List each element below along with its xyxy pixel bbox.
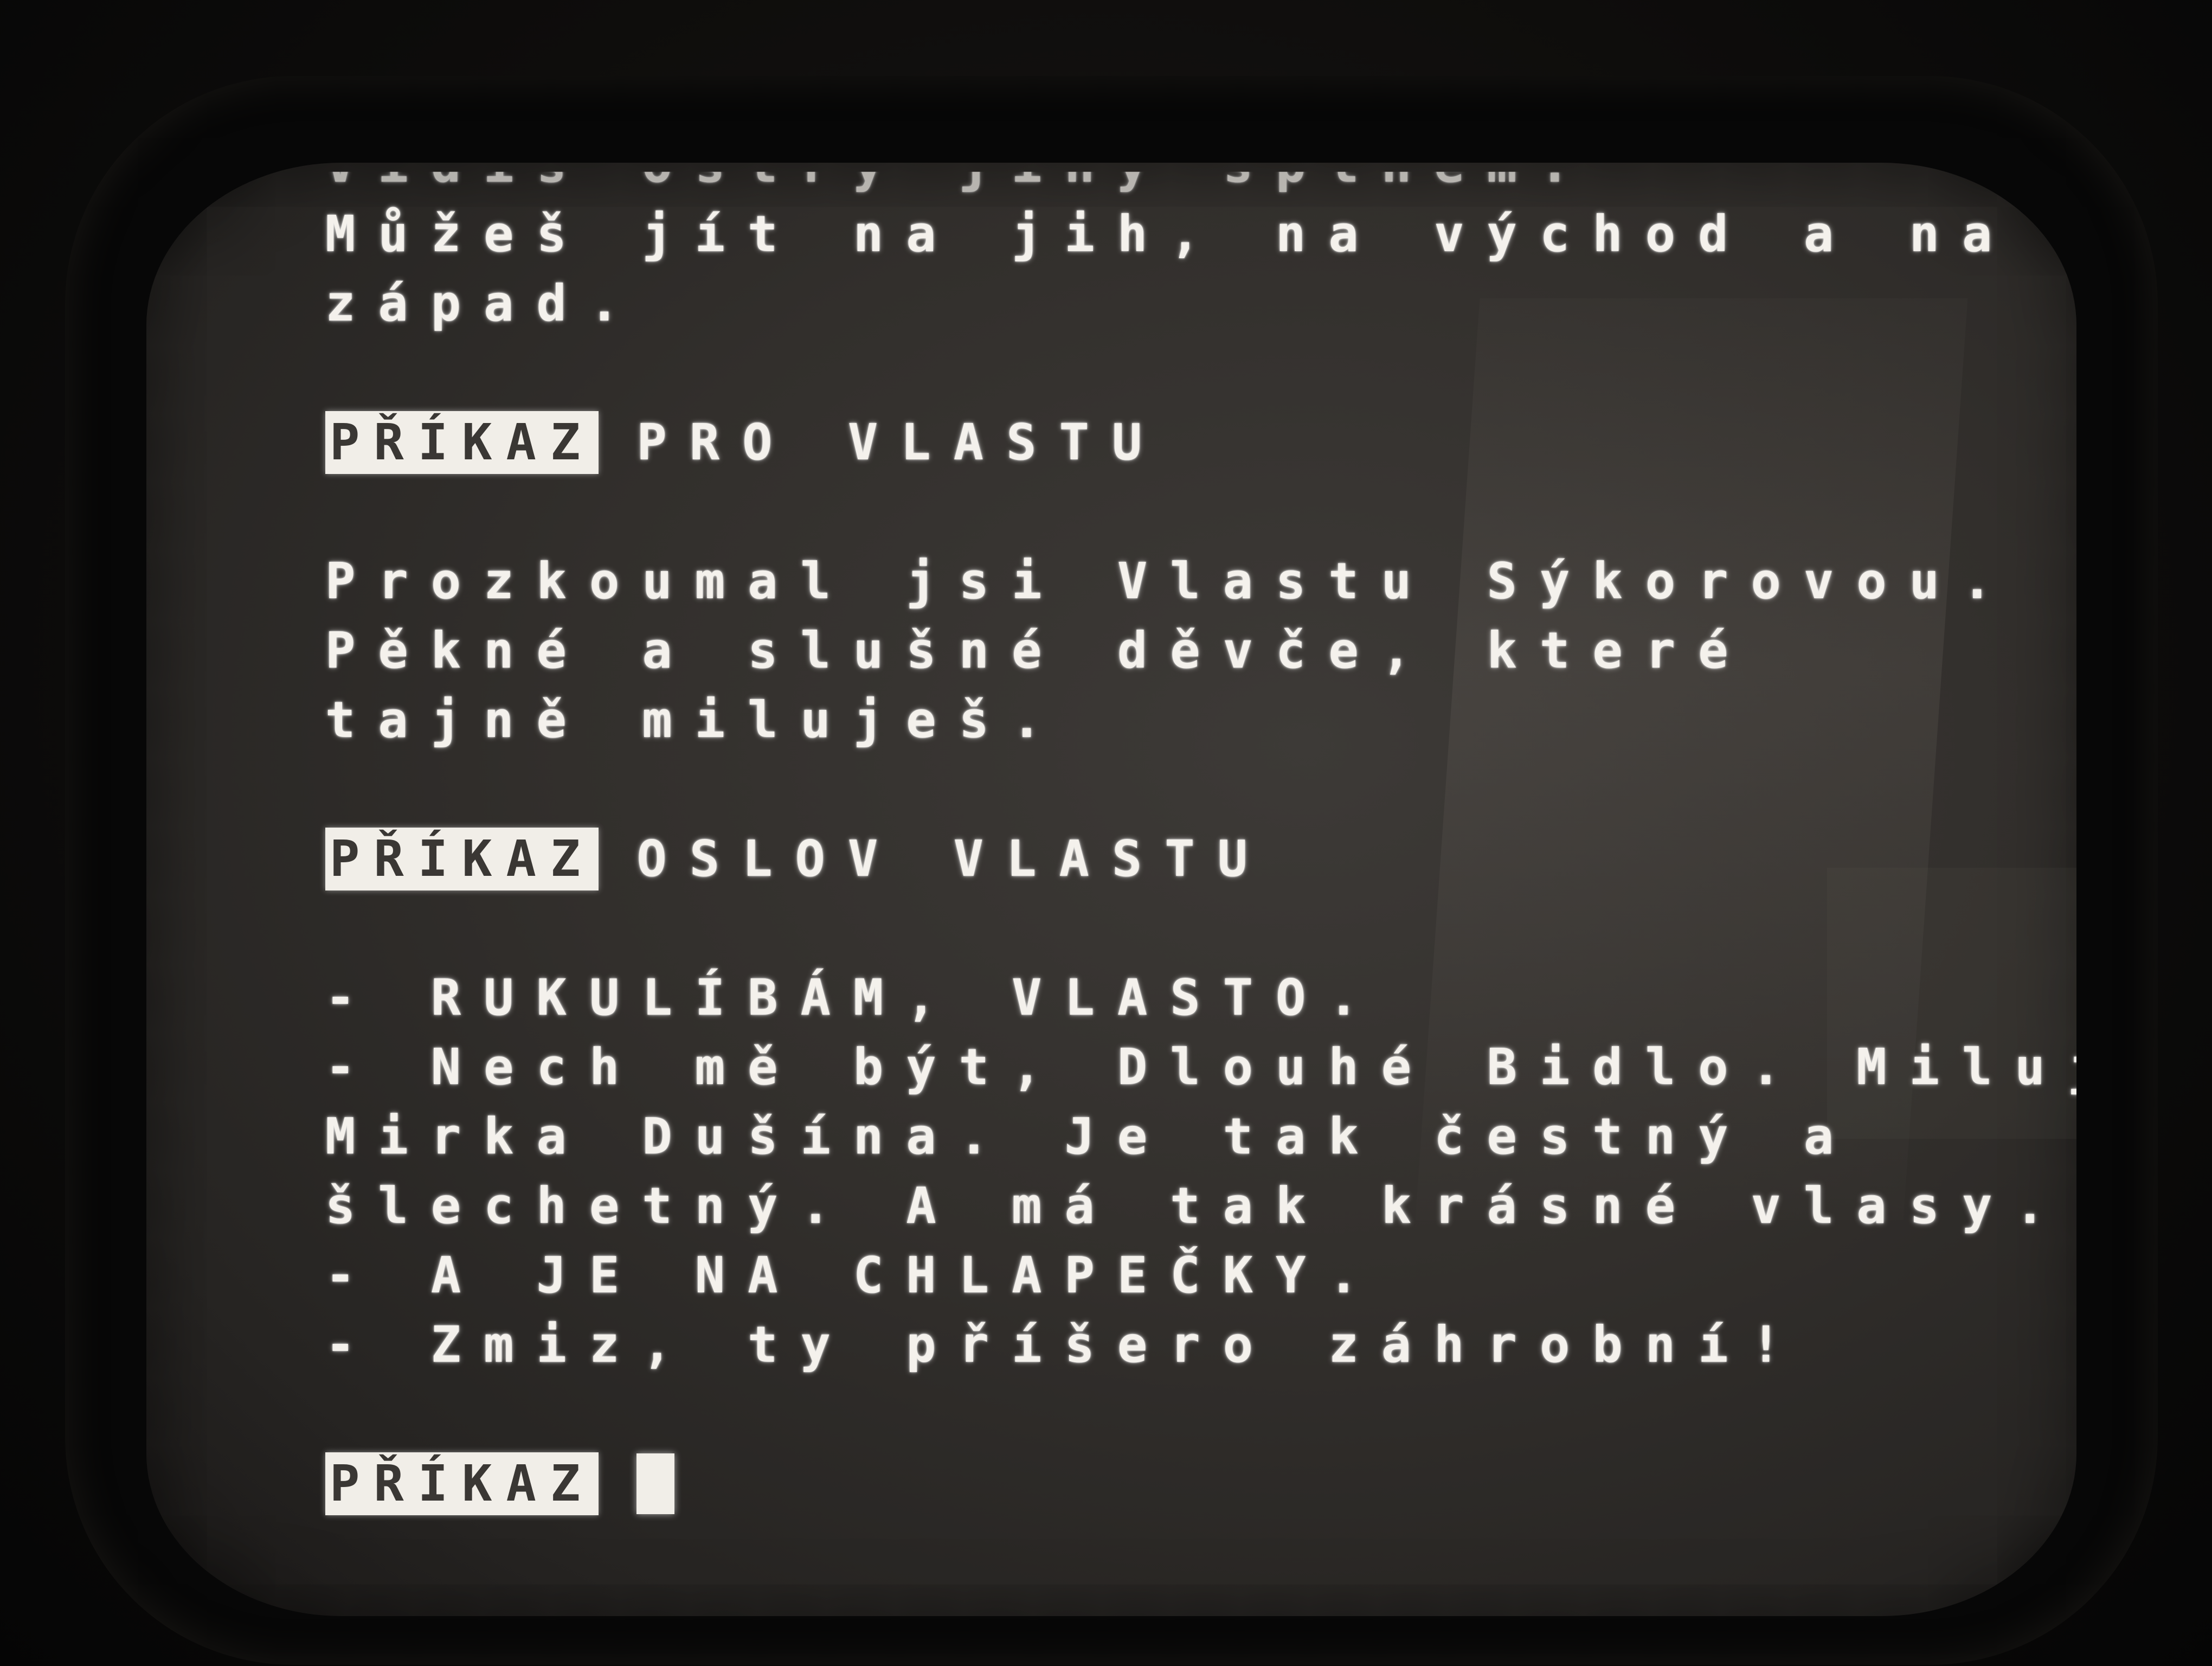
- output-line: západ.: [325, 274, 642, 332]
- terminal-output: Vidíš ostrý jiný šplhem. Můžeš jít na ji…: [325, 163, 2076, 1518]
- output-line: - A JE NA CHLAPEČKY.: [325, 1246, 1381, 1304]
- prompt-label: PŘÍKAZ: [325, 1452, 599, 1515]
- prompt-label: PŘÍKAZ: [325, 411, 599, 474]
- monitor-photo: Vidíš ostrý jiný šplhem. Můžeš jít na ji…: [0, 0, 2212, 1666]
- output-line: Pěkné a slušné děvče, které: [325, 621, 1751, 680]
- crt-screen: Vidíš ostrý jiný šplhem. Můžeš jít na ji…: [146, 163, 2076, 1616]
- output-line: - Zmiz, ty příšero záhrobní!: [325, 1316, 1804, 1374]
- output-line: šlechetný. A má tak krásné vlasy.: [325, 1177, 2068, 1235]
- output-line: Mirka Dušína. Je tak čestný a: [325, 1107, 1857, 1165]
- output-line: Prozkoumal jsi Vlastu Sýkorovou.: [325, 552, 2015, 610]
- output-line: - Nech mě být, Dlouhé Bidlo. Miluji: [325, 1038, 2076, 1096]
- command-input-text: OSLOV VLASTU: [636, 830, 1271, 888]
- command-line: PŘÍKAZ PRO VLASTU: [325, 408, 1952, 477]
- command-line: PŘÍKAZ OSLOV VLASTU: [325, 824, 1952, 894]
- output-line: Můžeš jít na jih, na východ a na: [325, 205, 2015, 263]
- text-cursor[interactable]: [636, 1453, 675, 1514]
- command-prompt-active[interactable]: PŘÍKAZ: [325, 1449, 1952, 1518]
- scrolled-partial-line: Vidíš ostrý jiný šplhem.: [325, 163, 1593, 194]
- terminal-lines: Můžeš jít na jih, na východ a na západ. PŘ…: [325, 200, 2076, 1518]
- command-input-text: PRO VLASTU: [636, 413, 1165, 471]
- prompt-label: PŘÍKAZ: [325, 828, 599, 890]
- output-line: - RUKULÍBÁM, VLASTO.: [325, 969, 1381, 1027]
- output-line: tajně miluješ.: [325, 691, 1065, 749]
